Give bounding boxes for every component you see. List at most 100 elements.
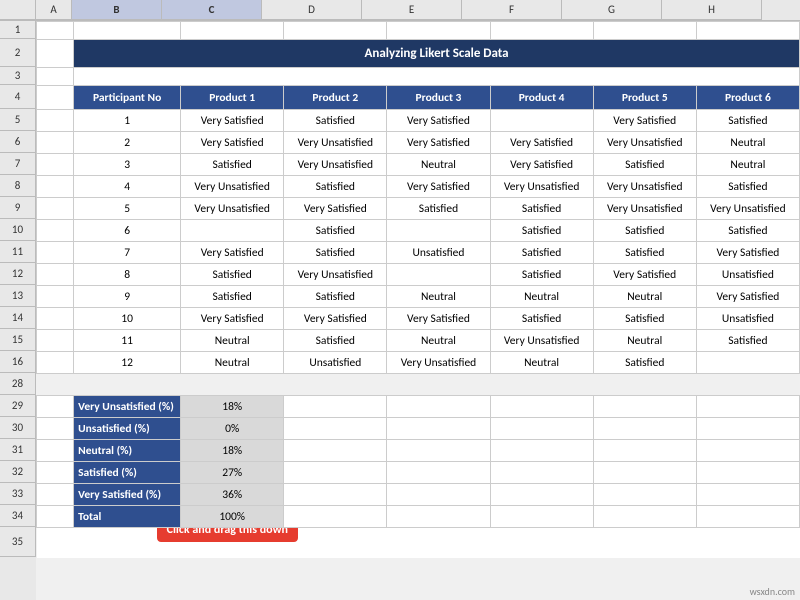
header-product6: Product 6 xyxy=(696,86,799,110)
cell-30-d xyxy=(284,418,387,440)
row-1 xyxy=(37,22,800,40)
cell-11-p6: Very Satisfied xyxy=(696,242,799,264)
row-num-7: 7 xyxy=(0,153,36,175)
cell-9-no: 5 xyxy=(74,198,181,220)
col-header-b: B xyxy=(72,0,162,20)
row-num-1: 1 xyxy=(0,21,36,39)
cell-13-p5: Neutral xyxy=(593,286,696,308)
summary-row-very-satisfied: Very Satisfied (%) 36% xyxy=(37,484,800,506)
summary-label-satisfied: Satisfied (%) xyxy=(74,462,181,484)
cell-3-a xyxy=(37,68,74,86)
data-row-7: 7 Very Satisfied Satisfied Unsatisfied S… xyxy=(37,242,800,264)
main-table: Analyzing Likert Scale Data Participant … xyxy=(36,21,800,558)
cell-3-rest xyxy=(74,68,800,86)
cell-7-p4: Very Satisfied xyxy=(490,154,593,176)
cell-15-p5: Neutral xyxy=(593,330,696,352)
cell-8-p5: Very Unsatisfied xyxy=(593,176,696,198)
cell-16-p5: Satisfied xyxy=(593,352,696,374)
cell-14-p2: Very Satisfied xyxy=(284,308,387,330)
cell-9-a xyxy=(37,198,74,220)
cell-9-p5: Very Unsatisfied xyxy=(593,198,696,220)
cell-6-p5: Very Unsatisfied xyxy=(593,132,696,154)
data-row-12: 12 Neutral Unsatisfied Very Unsatisfied … xyxy=(37,352,800,374)
cell-32-a xyxy=(37,462,74,484)
cell-10-p6: Satisfied xyxy=(696,220,799,242)
cell-16-p6 xyxy=(696,352,799,374)
row-num-11: 11 xyxy=(0,241,36,263)
cell-30-e xyxy=(387,418,490,440)
cell-33-d xyxy=(284,484,387,506)
cell-16-no: 12 xyxy=(74,352,181,374)
summary-label-unsatisfied: Unsatisfied (%) xyxy=(74,418,181,440)
cell-32-f xyxy=(490,462,593,484)
cell-5-p2: Satisfied xyxy=(284,110,387,132)
watermark: wsxdn.com xyxy=(750,585,795,598)
cell-6-no: 2 xyxy=(74,132,181,154)
data-row-6: 6 Satisfied Satisfied Satisfied Satisfie… xyxy=(37,220,800,242)
cell-13-a xyxy=(37,286,74,308)
title-cell: Analyzing Likert Scale Data xyxy=(74,40,800,68)
cell-13-p4: Neutral xyxy=(490,286,593,308)
cell-14-p6: Unsatisfied xyxy=(696,308,799,330)
col-header-c: C xyxy=(162,0,262,20)
cell-14-p3: Very Satisfied xyxy=(387,308,490,330)
cell-8-a xyxy=(37,176,74,198)
data-row-8: 8 Satisfied Very Unsatisfied Satisfied V… xyxy=(37,264,800,286)
cell-10-p5: Satisfied xyxy=(593,220,696,242)
cell-11-a xyxy=(37,242,74,264)
tooltip-box: Click and drag this down xyxy=(157,528,298,542)
header-row: Participant No Product 1 Product 2 Produ… xyxy=(37,86,800,110)
row-num-10: 10 xyxy=(0,219,36,241)
cell-14-p4: Satisfied xyxy=(490,308,593,330)
col-header-d: D xyxy=(262,0,362,20)
cell-15-p6: Satisfied xyxy=(696,330,799,352)
summary-label-very-satisfied: Very Satisfied (%) xyxy=(74,484,181,506)
cell-5-no: 1 xyxy=(74,110,181,132)
cell-7-p2: Very Unsatisfied xyxy=(284,154,387,176)
row-num-3: 3 xyxy=(0,67,36,85)
cell-8-p1: Very Unsatisfied xyxy=(181,176,284,198)
cell-32-d xyxy=(284,462,387,484)
gap-row-28 xyxy=(37,374,800,396)
cell-11-p4: Satisfied xyxy=(490,242,593,264)
cell-12-p3 xyxy=(387,264,490,286)
row-num-33: 33 xyxy=(0,483,36,505)
cell-15-p1: Neutral xyxy=(181,330,284,352)
cell-12-p2: Very Unsatisfied xyxy=(284,264,387,286)
cell-35-rest: ✛ Click and drag this down xyxy=(74,528,800,558)
cell-29-a xyxy=(37,396,74,418)
cell-13-p1: Satisfied xyxy=(181,286,284,308)
excel-wrapper: A B C D E F G H 1 2 3 4 5 6 7 8 9 10 11 … xyxy=(0,0,800,600)
cell-15-p4: Very Unsatisfied xyxy=(490,330,593,352)
cell-10-p2: Satisfied xyxy=(284,220,387,242)
row-num-9: 9 xyxy=(0,197,36,219)
row-headers: 1 2 3 4 5 6 7 8 9 10 11 12 13 14 15 16 2… xyxy=(0,21,36,600)
row-num-32: 32 xyxy=(0,461,36,483)
cell-29-f xyxy=(490,396,593,418)
corner-cell xyxy=(0,0,36,20)
row-num-8: 8 xyxy=(0,175,36,197)
row-3 xyxy=(37,68,800,86)
cell-6-p1: Very Satisfied xyxy=(181,132,284,154)
cell-12-p1: Satisfied xyxy=(181,264,284,286)
cell-14-p1: Very Satisfied xyxy=(181,308,284,330)
col-header-e: E xyxy=(362,0,462,20)
data-row-10: 10 Very Satisfied Very Satisfied Very Sa… xyxy=(37,308,800,330)
cell-7-no: 3 xyxy=(74,154,181,176)
cell-5-p1: Very Satisfied xyxy=(181,110,284,132)
cell-5-a xyxy=(37,110,74,132)
cell-4-a xyxy=(37,86,74,110)
cell-32-g xyxy=(593,462,696,484)
summary-row-very-unsatisfied: Very Unsatisfied (%) 18% xyxy=(37,396,800,418)
cell-1-f xyxy=(490,22,593,40)
cell-6-p3: Very Satisfied xyxy=(387,132,490,154)
cell-7-p3: Neutral xyxy=(387,154,490,176)
cell-30-a xyxy=(37,418,74,440)
data-row-2: 2 Very Satisfied Very Unsatisfied Very S… xyxy=(37,132,800,154)
cell-8-no: 4 xyxy=(74,176,181,198)
cell-12-p4: Satisfied xyxy=(490,264,593,286)
cell-5-p5: Very Satisfied xyxy=(593,110,696,132)
cell-34-a xyxy=(37,506,74,528)
cell-14-a xyxy=(37,308,74,330)
cell-8-p2: Satisfied xyxy=(284,176,387,198)
